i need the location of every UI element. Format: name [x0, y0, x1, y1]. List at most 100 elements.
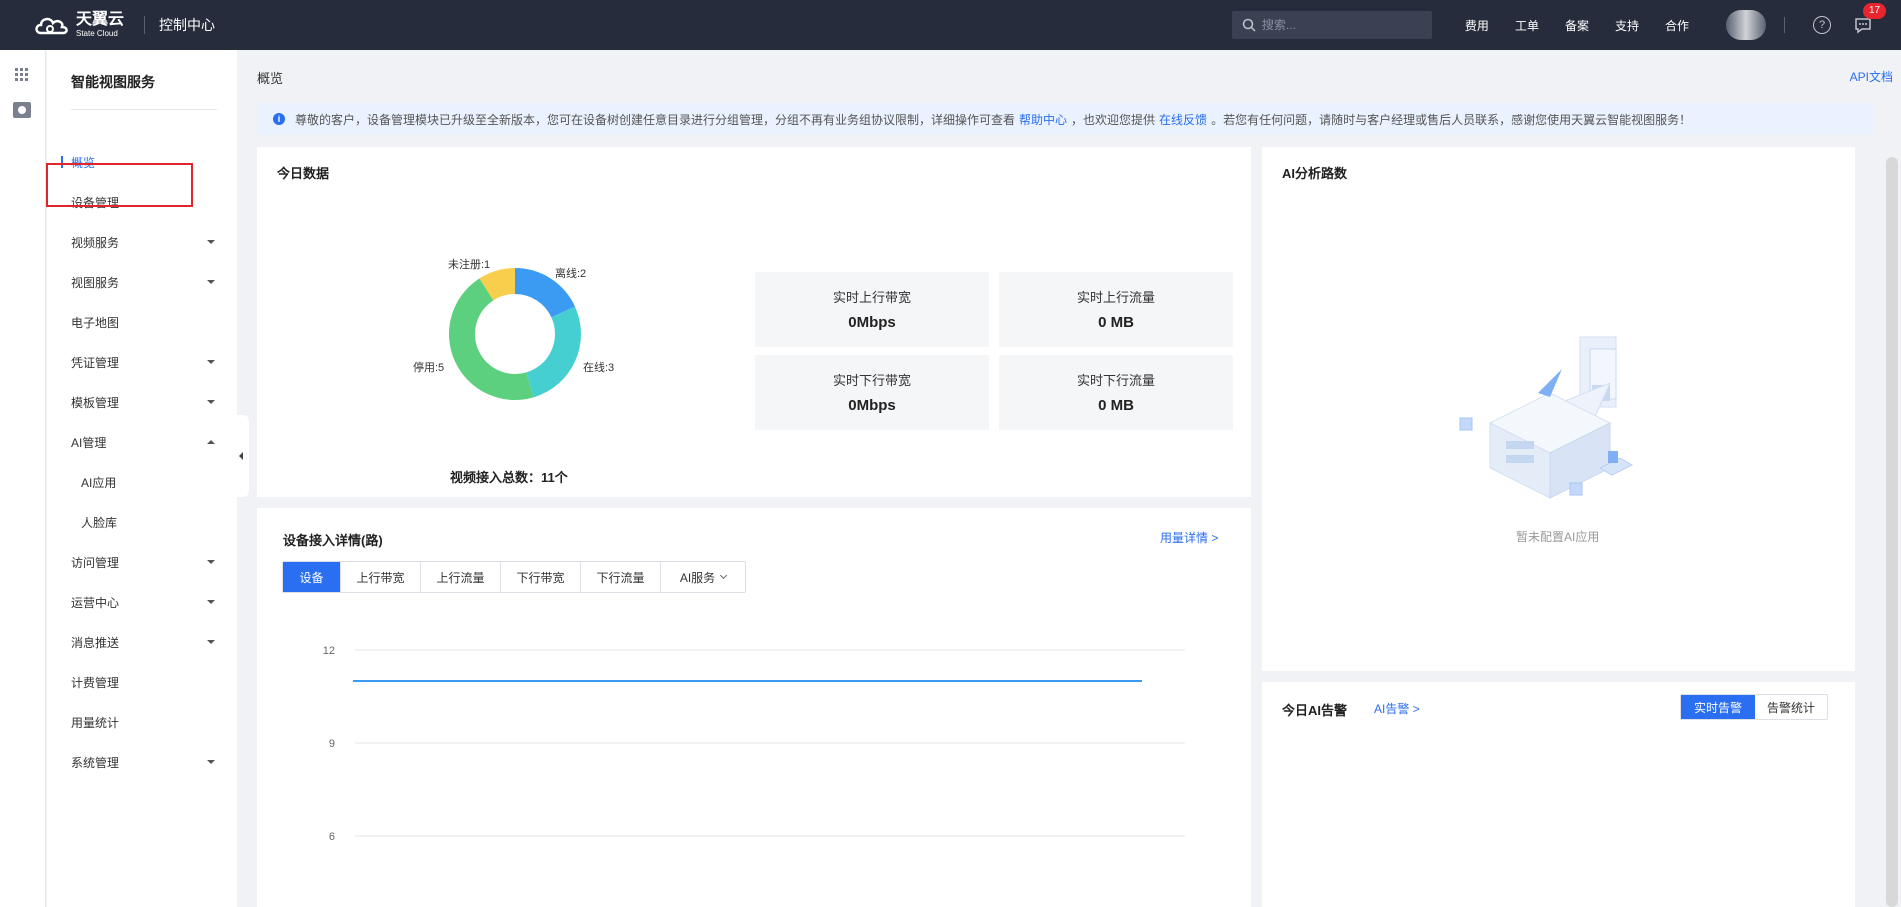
- message-button[interactable]: 17: [1853, 3, 1887, 35]
- sidebar-item-label: 系统管理: [71, 755, 120, 770]
- stat-download-traffic: 实时下行流量 0 MB: [999, 355, 1233, 430]
- pie-label-offline: 离线:2: [555, 268, 587, 280]
- ai-alerts-title: 今日AI告警: [1282, 703, 1348, 718]
- sidebar-item-label: 访问管理: [71, 555, 120, 570]
- brand-logo[interactable]: 天翼云 State Cloud: [32, 12, 124, 38]
- notice-text: ，也欢迎您提供: [1071, 112, 1156, 127]
- global-search[interactable]: [1231, 11, 1432, 39]
- sidebar-item-template-management[interactable]: 模板管理: [47, 382, 237, 422]
- usage-detail-link[interactable]: 用量详情 >: [1160, 529, 1218, 546]
- notice-text: 尊敬的客户，设备管理模块已升级至全新版本，您可在设备树创建任意目录进行分组管理，…: [295, 112, 1016, 127]
- stat-upload-traffic: 实时上行流量 0 MB: [999, 272, 1233, 347]
- chevron-down-icon: [720, 571, 728, 580]
- info-icon: i: [273, 113, 285, 125]
- top-bar: 天翼云 State Cloud 控制中心 费用 工单 备案 支持 合作 ? 17: [0, 0, 1901, 50]
- sidebar-item-billing-management[interactable]: 计费管理: [47, 662, 237, 702]
- y-tick-label: 6: [329, 831, 335, 843]
- empty-box-illustration: [1459, 336, 1634, 499]
- sidebar-item-message-push[interactable]: 消息推送: [47, 622, 237, 662]
- stat-label: 实时上行流量: [1076, 290, 1155, 305]
- stat-label: 实时下行流量: [1076, 373, 1155, 388]
- tab-download-bandwidth[interactable]: 下行带宽: [501, 562, 581, 592]
- stat-label: 实时下行带宽: [832, 373, 911, 388]
- sidebar-item-label: 视图服务: [71, 275, 120, 290]
- sidebar-item-system-management[interactable]: 系统管理: [47, 742, 237, 782]
- stat-label: 实时上行带宽: [832, 290, 911, 305]
- cloud-logo-icon: [35, 17, 68, 35]
- tab-upload-bandwidth[interactable]: 上行带宽: [341, 562, 421, 592]
- tab-label: 下行流量: [596, 570, 645, 585]
- sidebar-item-operations-center[interactable]: 运营中心: [47, 582, 237, 622]
- sidebar-item-view-service[interactable]: 视图服务: [47, 262, 237, 302]
- search-input[interactable]: [1261, 18, 1422, 32]
- chevron-down-icon: [207, 400, 215, 404]
- nav-link-filing[interactable]: 备案: [1565, 17, 1589, 34]
- sidebar-item-label: 计费管理: [71, 675, 120, 690]
- tab-download-traffic[interactable]: 下行流量: [581, 562, 661, 592]
- alert-statistics-button[interactable]: 告警统计: [1755, 695, 1827, 719]
- stat-download-bandwidth: 实时下行带宽 0Mbps: [755, 355, 989, 430]
- nav-link-billing[interactable]: 费用: [1465, 17, 1489, 34]
- brand-name-cn: 天翼云: [76, 11, 125, 28]
- notice-banner: i 尊敬的客户，设备管理模块已升级至全新版本，您可在设备树创建任意目录进行分组管…: [257, 103, 1874, 135]
- grid-menu-icon[interactable]: [15, 68, 29, 82]
- ai-alerts-link[interactable]: AI告警 >: [1374, 700, 1420, 717]
- sidebar-item-label: AI应用: [81, 475, 117, 490]
- y-tick-label: 9: [329, 738, 335, 750]
- stat-upload-bandwidth: 实时上行带宽 0Mbps: [755, 272, 989, 347]
- pie-slice-在线[interactable]: [526, 306, 581, 398]
- sidebar-item-label: AI管理: [71, 435, 107, 450]
- device-status-donut-chart: [448, 268, 581, 400]
- stat-value: 0 MB: [1098, 397, 1134, 414]
- api-doc-link[interactable]: API文档: [1850, 68, 1893, 85]
- product-rail: [0, 50, 46, 907]
- sidebar-item-face-library[interactable]: 人脸库: [47, 502, 237, 542]
- help-icon[interactable]: ?: [1813, 16, 1831, 34]
- chevron-down-icon: [207, 240, 215, 244]
- sidebar-item-label: 运营中心: [71, 595, 120, 610]
- sidebar-title: 智能视图服务: [71, 74, 155, 90]
- tab-device[interactable]: 设备: [283, 562, 341, 592]
- nav-link-support[interactable]: 支持: [1615, 17, 1639, 34]
- sidebar-item-video-service[interactable]: 视频服务: [47, 222, 237, 262]
- brand-name-en: State Cloud: [76, 29, 118, 38]
- feedback-link[interactable]: 在线反馈: [1159, 111, 1207, 128]
- sidebar-item-label: 凭证管理: [71, 355, 120, 370]
- sidebar-item-label: 用量统计: [71, 715, 120, 730]
- realtime-alerts-button[interactable]: 实时告警: [1681, 695, 1755, 719]
- chevron-down-icon: [207, 600, 215, 604]
- chevron-down-icon: [207, 360, 215, 364]
- sidebar-item-usage-statistics[interactable]: 用量统计: [47, 702, 237, 742]
- sidebar-item-credential-management[interactable]: 凭证管理: [47, 342, 237, 382]
- pie-label-disabled: 停用:5: [413, 362, 445, 374]
- stat-value: 0Mbps: [848, 314, 896, 331]
- breadcrumb: 概览: [257, 71, 284, 86]
- console-title[interactable]: 控制中心: [159, 15, 215, 35]
- tab-label: 设备: [299, 570, 324, 585]
- sidebar-item-ai-management[interactable]: AI管理: [47, 422, 237, 462]
- sidebar: 智能视图服务 概览 设备管理 视频服务 视图服务 电子地图 凭证管理 模板管理 …: [46, 50, 237, 907]
- highlight-box: [46, 163, 193, 207]
- tab-ai-service[interactable]: AI服务: [661, 562, 745, 592]
- empty-state-text: 暂未配置AI应用: [1516, 530, 1600, 544]
- sidebar-item-label: 消息推送: [71, 635, 120, 650]
- alert-view-toggle: 实时告警 告警统计: [1680, 694, 1828, 720]
- sidebar-item-ai-application[interactable]: AI应用: [47, 462, 237, 502]
- sidebar-item-access-management[interactable]: 访问管理: [47, 542, 237, 582]
- search-icon: [1242, 18, 1256, 32]
- stat-value: 0 MB: [1098, 314, 1134, 331]
- help-center-link[interactable]: 帮助中心: [1019, 111, 1067, 128]
- sidebar-item-electronic-map[interactable]: 电子地图: [47, 302, 237, 342]
- tab-upload-traffic[interactable]: 上行流量: [421, 562, 501, 592]
- tab-label: 上行流量: [436, 570, 485, 585]
- page-scrollbar-thumb[interactable]: [1886, 157, 1898, 907]
- product-eye-icon[interactable]: [13, 102, 31, 118]
- nav-link-partner[interactable]: 合作: [1665, 17, 1689, 34]
- pie-label-online: 在线:3: [583, 362, 615, 374]
- chevron-down-icon: [207, 640, 215, 644]
- avatar[interactable]: [1726, 10, 1766, 40]
- sidebar-collapse-button[interactable]: [237, 415, 249, 497]
- ai-analysis-title: AI分析路数: [1282, 166, 1348, 181]
- y-tick-label: 12: [323, 645, 335, 657]
- nav-link-tickets[interactable]: 工单: [1515, 17, 1539, 34]
